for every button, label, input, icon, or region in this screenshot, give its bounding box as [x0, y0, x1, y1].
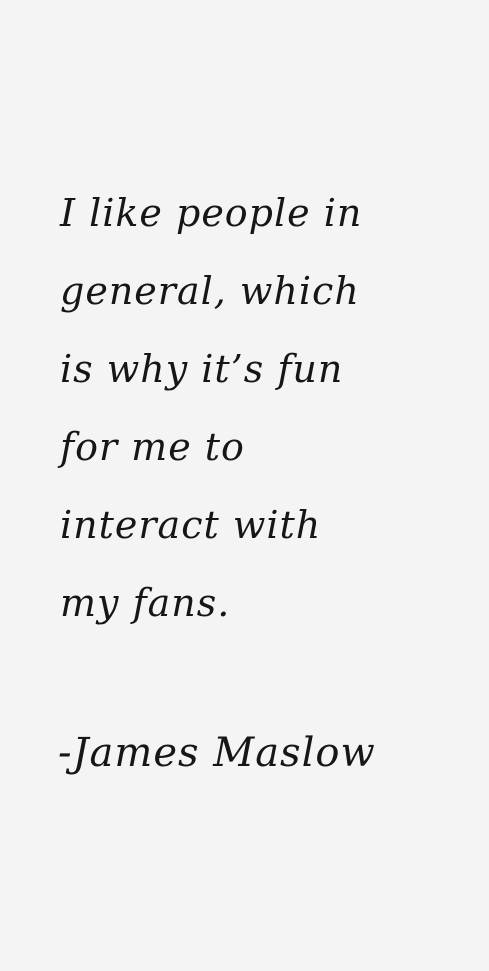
quote-line: interact with: [60, 503, 322, 547]
quote-line: general, which: [60, 269, 360, 313]
quote-card: I like people in general, which is why i…: [0, 0, 489, 971]
quote-line: I like people in: [60, 191, 363, 235]
quote-line: for me to: [60, 425, 245, 469]
quote-line: my fans.: [60, 581, 231, 625]
quote-line: is why it’s fun: [60, 347, 344, 391]
quote-attribution: -James Maslow: [58, 730, 376, 776]
quote-text: I like people in general, which is why i…: [60, 178, 470, 646]
